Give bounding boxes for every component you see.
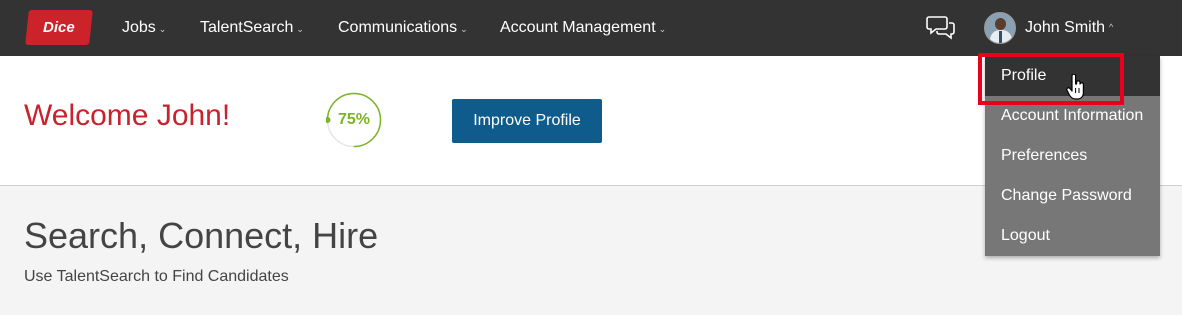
chevron-down-icon: ⌄ bbox=[158, 23, 167, 34]
top-nav-bar: Dice Jobs ⌄ TalentSearch ⌄ Communication… bbox=[0, 0, 1182, 56]
hero-title: Search, Connect, Hire bbox=[24, 215, 379, 256]
profile-progress-label: 75% bbox=[337, 111, 371, 128]
nav-communications-label: Communications bbox=[338, 19, 458, 36]
menu-item-change-password-label: Change Password bbox=[1001, 187, 1132, 204]
hand-cursor-icon bbox=[1066, 74, 1084, 100]
menu-item-account-information-label: Account Information bbox=[1001, 107, 1144, 124]
nav-jobs-label: Jobs bbox=[122, 19, 156, 36]
chevron-up-icon: ^ bbox=[1109, 22, 1114, 32]
menu-item-logout[interactable]: Logout bbox=[985, 216, 1160, 256]
menu-item-preferences-label: Preferences bbox=[1001, 147, 1088, 164]
highlight-box bbox=[978, 53, 1124, 105]
user-name: John Smith bbox=[1025, 19, 1106, 36]
avatar bbox=[984, 12, 1016, 44]
user-menu-toggle[interactable]: John Smith ^ bbox=[984, 11, 1113, 45]
logo-text: Dice bbox=[43, 19, 75, 36]
dice-logo[interactable]: Dice bbox=[25, 10, 93, 45]
hero-subtitle: Use TalentSearch to Find Candidates bbox=[24, 268, 289, 285]
menu-item-logout-label: Logout bbox=[1001, 227, 1050, 244]
chat-icon[interactable] bbox=[926, 14, 956, 42]
nav-talentsearch[interactable]: TalentSearch ⌄ bbox=[200, 0, 304, 56]
nav-talentsearch-label: TalentSearch bbox=[200, 19, 294, 36]
menu-item-preferences[interactable]: Preferences bbox=[985, 136, 1160, 176]
nav-jobs[interactable]: Jobs ⌄ bbox=[122, 0, 166, 56]
chevron-down-icon: ⌄ bbox=[296, 23, 304, 34]
chevron-down-icon: ⌄ bbox=[460, 23, 468, 34]
menu-item-change-password[interactable]: Change Password bbox=[985, 176, 1160, 216]
nav-communications[interactable]: Communications ⌄ bbox=[338, 0, 468, 56]
chevron-down-icon: ⌄ bbox=[658, 23, 667, 34]
nav-account-management-label: Account Management bbox=[500, 19, 656, 36]
improve-profile-button[interactable]: Improve Profile bbox=[452, 99, 602, 143]
nav-account-management[interactable]: Account Management ⌄ bbox=[500, 0, 666, 56]
welcome-title: Welcome John! bbox=[24, 99, 231, 132]
